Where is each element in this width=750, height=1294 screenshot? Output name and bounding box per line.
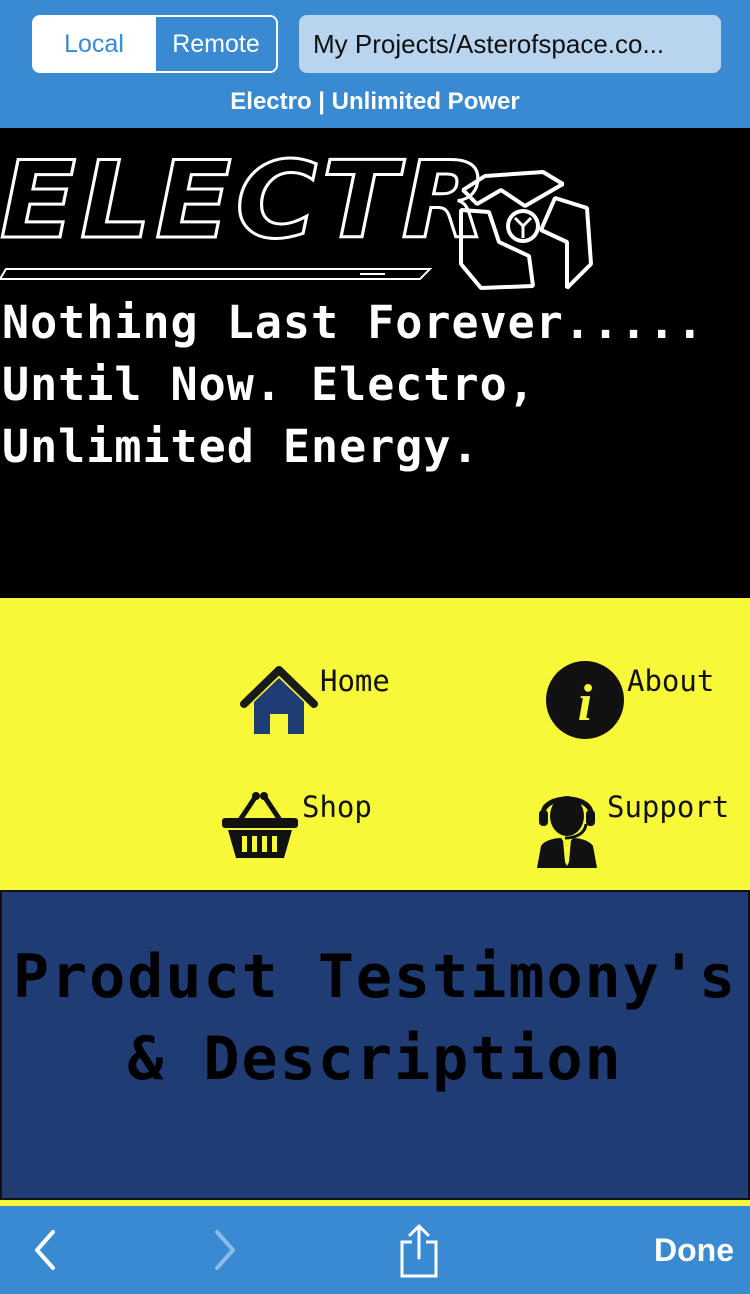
done-button[interactable]: Done [654,1206,734,1294]
browser-top-bar: Local Remote My Projects/Asterofspace.co… [0,0,750,128]
address-field[interactable]: My Projects/Asterofspace.co... [299,15,721,73]
chevron-right-icon [215,1230,235,1270]
nav-support-label: Support [607,790,730,824]
product-section: Product Testimony's & Description [0,890,750,1200]
nav-about-link[interactable]: i About [545,661,730,740]
support-agent-icon [537,796,597,868]
main-navigation: Home i About Shop Support [0,598,750,890]
share-button[interactable] [394,1206,444,1294]
logo-underline-bolt [0,268,433,280]
nav-shop-link[interactable]: Shop [220,790,390,862]
forward-button[interactable] [200,1206,250,1294]
local-remote-segmented-control[interactable]: Local Remote [32,15,278,73]
basket-icon [222,792,298,858]
info-icon: i [546,661,624,739]
svg-text:i: i [578,675,593,732]
nav-about-label: About [627,664,715,698]
nav-home-link[interactable]: Home [240,664,410,736]
hero-section: ELECTR Nothing Last Forever..... Until N… [0,128,750,598]
browser-bottom-toolbar: Done [0,1206,750,1294]
product-heading: Product Testimony's & Description [12,942,738,1094]
chevron-left-icon [35,1230,55,1270]
home-icon [240,666,318,734]
share-icon [400,1224,438,1278]
remote-segment-button[interactable]: Remote [154,17,276,71]
logo-wordmark: ELECTR [0,139,492,262]
nav-support-link[interactable]: Support [535,784,745,868]
hero-tagline: Nothing Last Forever..... Until Now. Ele… [2,296,705,473]
nav-shop-label: Shop [302,790,372,824]
logo-emblem-icon [459,170,593,290]
page-title: Electro | Unlimited Power [230,88,520,115]
local-segment-button[interactable]: Local [34,17,154,71]
back-button[interactable] [20,1206,70,1294]
nav-home-label: Home [320,664,390,698]
